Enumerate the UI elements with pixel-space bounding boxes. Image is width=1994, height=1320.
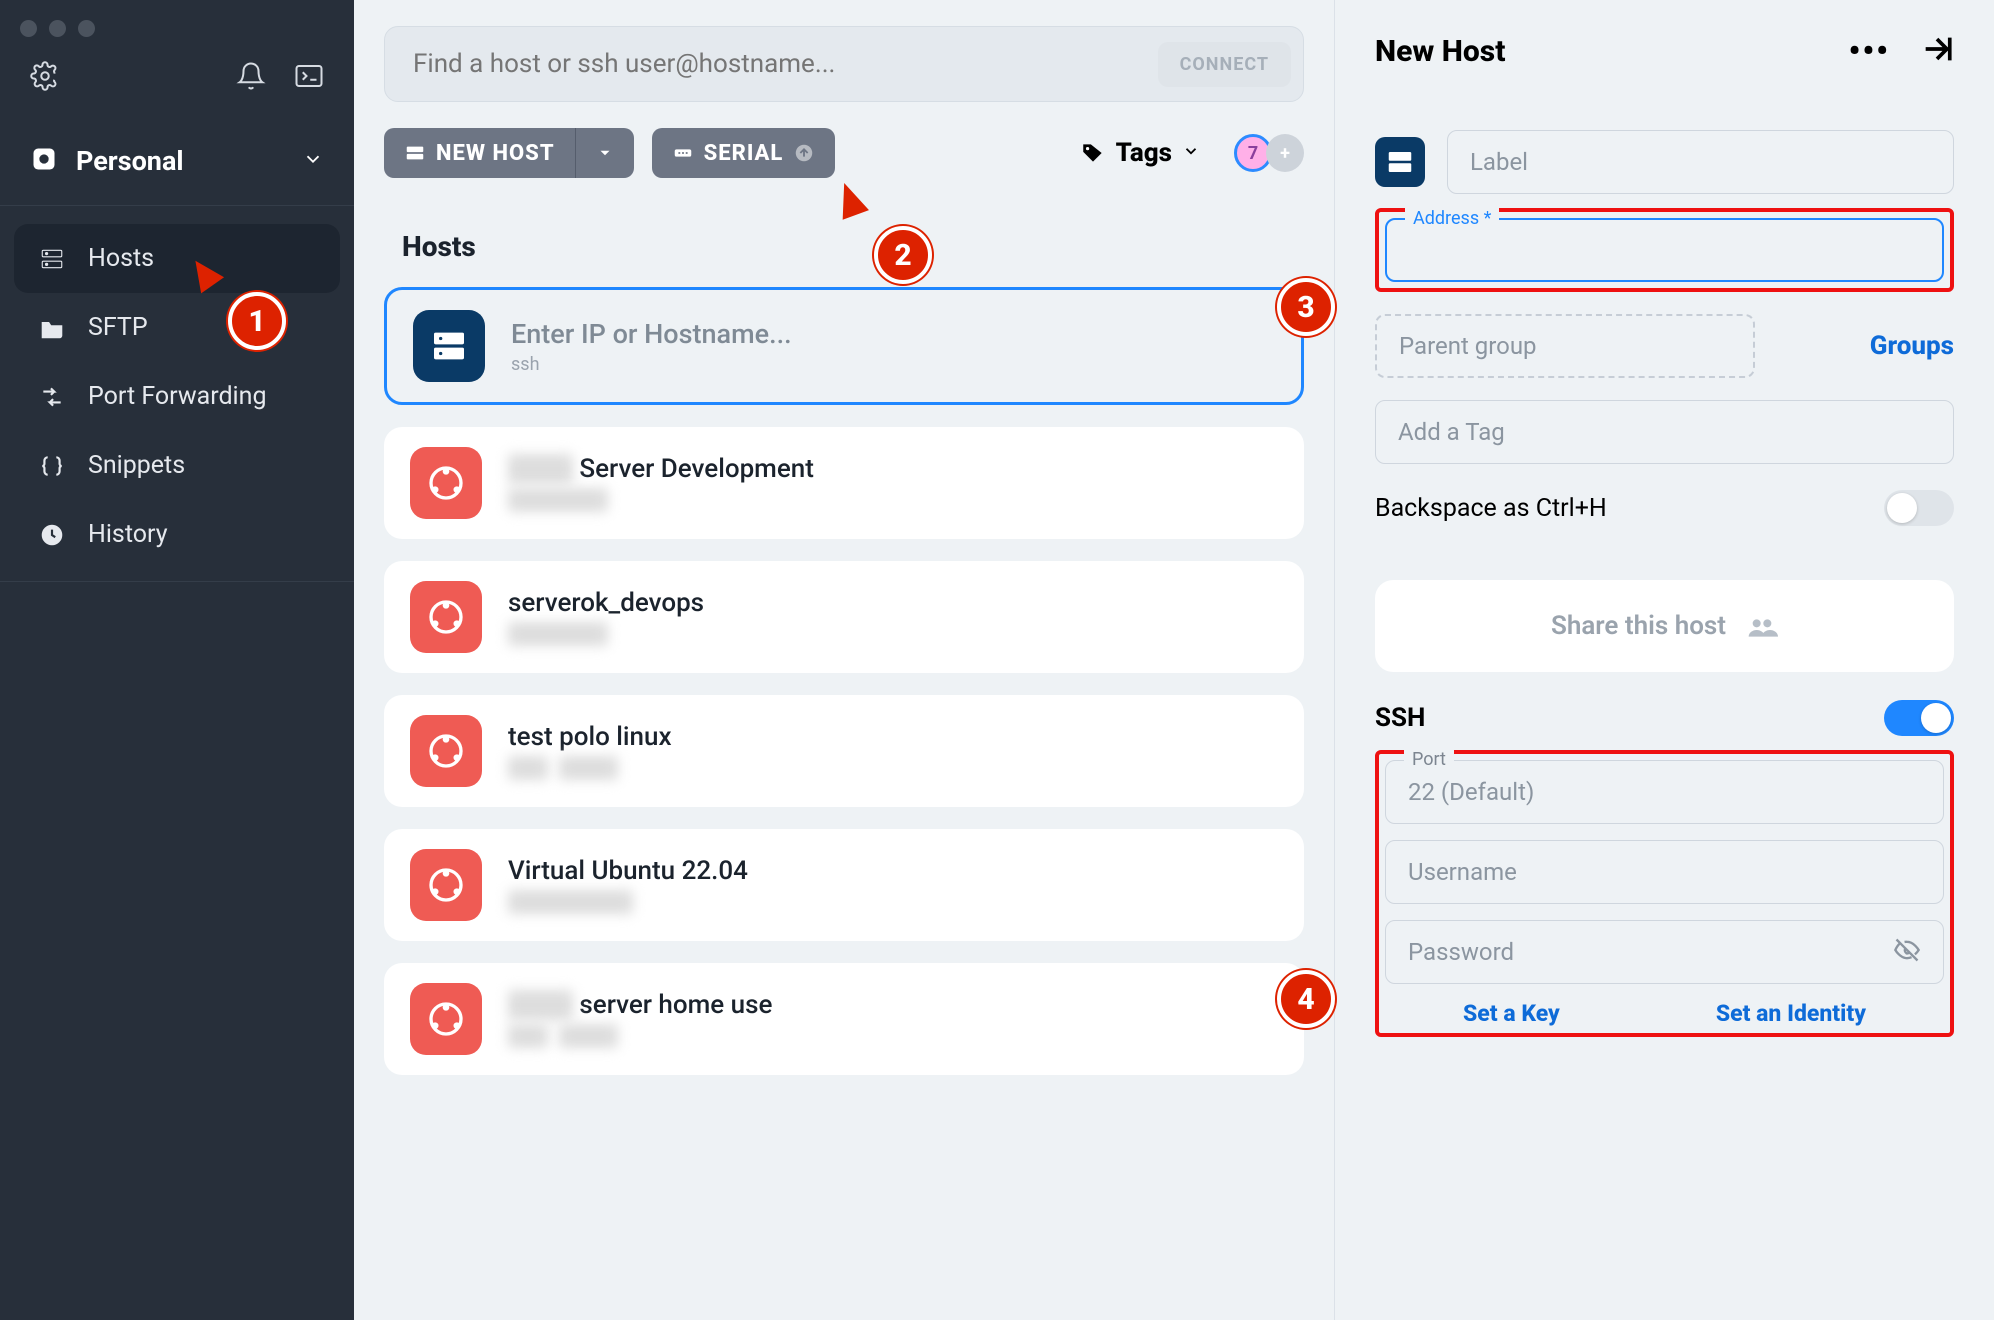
chevron-down-icon [302,148,324,174]
detail-panel: New Host ••• Label [1334,0,1994,1320]
address-field[interactable]: Address * [1385,218,1944,282]
chevron-down-icon [1182,142,1200,164]
tags-filter[interactable]: Tags [1080,138,1200,168]
callout-4: 4 [1277,970,1335,1028]
callout-2: 2 [874,226,932,284]
host-card[interactable]: serverok_devops xxx.xxx.xxx [384,561,1304,673]
server-icon [413,310,485,382]
settings-icon[interactable] [30,61,60,95]
sidebar-item-history[interactable]: History [14,500,340,569]
username-field[interactable]: Username [1385,840,1944,904]
host-card[interactable]: xxxxxServer Development xxx.xxx.xxx [384,427,1304,539]
host-card[interactable]: test polo linux xxxx xxxxxx [384,695,1304,807]
ssh-toggle[interactable] [1884,700,1954,736]
folder-icon [38,315,66,341]
new-host-protocol: ssh [511,354,792,375]
label-field[interactable]: Label [1447,130,1954,194]
ubuntu-icon [410,849,482,921]
host-card[interactable]: Virtual Ubuntu 22.04 xxx.xxx.xxx.xx [384,829,1304,941]
search-bar: CONNECT [384,26,1304,102]
share-host-button[interactable]: Share this host [1375,580,1954,672]
ssh-section-label: SSH [1375,703,1884,733]
ubuntu-icon [410,715,482,787]
parent-group-field[interactable]: Parent group [1375,314,1755,378]
port-forwarding-icon [38,384,66,410]
serial-button[interactable]: SERIAL [652,128,836,178]
new-host-pill: NEW HOST [384,128,634,178]
server-icon [1375,137,1425,187]
more-menu-icon[interactable]: ••• [1848,32,1890,70]
panel-title: New Host [1375,34,1848,69]
collapse-panel-icon[interactable] [1920,32,1954,70]
workspace-label: Personal [76,145,284,177]
notifications-icon[interactable] [236,61,266,95]
sidebar-nav: Hosts SFTP Port Forwarding Snippets Hist… [0,206,354,600]
password-field[interactable]: Password [1385,920,1944,984]
new-host-button[interactable]: NEW HOST [384,128,575,178]
new-host-placeholder: Enter IP or Hostname... [511,318,792,350]
ubuntu-icon [410,983,482,1055]
ubuntu-icon [410,447,482,519]
sidebar-item-port-forwarding[interactable]: Port Forwarding [14,362,340,431]
hosts-section-title: Hosts [402,230,1304,263]
ubuntu-icon [410,581,482,653]
sidebar-item-sftp[interactable]: SFTP [14,293,340,362]
workspace-selector[interactable]: Personal [0,125,354,206]
workspace-icon [30,145,58,177]
sidebar-item-hosts[interactable]: Hosts [14,224,340,293]
avatar-add[interactable]: + [1266,134,1304,172]
port-field[interactable]: Port 22 (Default) [1385,760,1944,824]
address-label: Address * [1405,208,1499,229]
hosts-icon [38,246,66,272]
sidebar: Personal Hosts SFTP Port Forwarding Snip… [0,0,354,1320]
set-key-link[interactable]: Set a Key [1463,1000,1560,1027]
window-traffic-lights [0,0,354,43]
connect-button[interactable]: CONNECT [1158,42,1291,87]
backspace-toggle[interactable] [1884,490,1954,526]
terminal-icon[interactable] [294,61,324,95]
new-host-dropdown[interactable] [576,128,634,178]
snippets-icon [38,453,66,479]
avatar-group[interactable]: 7 + [1234,134,1304,172]
search-input[interactable] [413,49,1158,79]
eye-off-icon[interactable] [1893,936,1921,968]
new-host-entry-card[interactable]: Enter IP or Hostname... ssh [384,287,1304,405]
add-tag-field[interactable]: Add a Tag [1375,400,1954,464]
callout-3: 3 [1277,278,1335,336]
main-panel: CONNECT NEW HOST SERIAL [354,0,1334,1320]
sidebar-item-snippets[interactable]: Snippets [14,431,340,500]
groups-link[interactable]: Groups [1870,331,1954,361]
history-icon [38,522,66,548]
backspace-toggle-label: Backspace as Ctrl+H [1375,494,1884,523]
host-card[interactable]: xxxxxserver home use xxxx xxxxxx [384,963,1304,1075]
callout-1: 1 [228,292,286,350]
set-identity-link[interactable]: Set an Identity [1716,1000,1866,1027]
